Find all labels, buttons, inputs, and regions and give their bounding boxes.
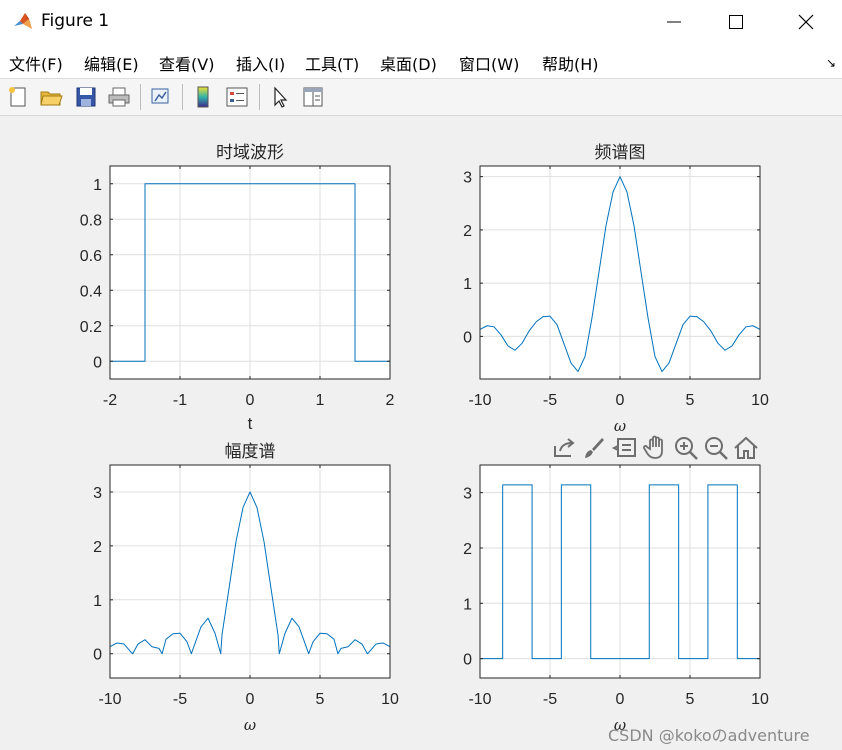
y-tick-label: 1 [463, 596, 472, 613]
link-plot-icon[interactable] [149, 85, 173, 109]
x-axis-label: ω [614, 417, 626, 435]
y-tick-label: 0 [93, 354, 102, 371]
x-tick-label: 5 [316, 691, 325, 708]
x-tick-label: 5 [686, 691, 695, 708]
menu-window[interactable]: 窗口(W) [459, 51, 519, 75]
axes-spectrum[interactable]: -10 -5 0 5 10 0 1 2 3 频谱图 ω [463, 143, 769, 435]
x-tick-label: -1 [173, 392, 187, 409]
menu-edit[interactable]: 编辑(E) [84, 51, 139, 75]
x-axis-label: t [248, 414, 253, 433]
close-button[interactable] [778, 0, 834, 44]
x-tick-label: -5 [173, 691, 187, 708]
zoom-out-icon[interactable] [702, 434, 730, 462]
x-tick-label: -10 [98, 691, 121, 708]
x-tick-label: 10 [751, 392, 769, 409]
axes-interaction-toolbar [550, 434, 762, 464]
x-tick-label: -5 [543, 691, 557, 708]
y-tick-label: 0.2 [80, 319, 102, 336]
menu-tools[interactable]: 工具(T) [305, 51, 359, 75]
maximize-button[interactable] [708, 0, 764, 44]
y-tick-label: 0.4 [80, 283, 102, 300]
y-tick-label: 0.8 [80, 212, 102, 229]
x-tick-label: 10 [381, 691, 399, 708]
toolbar-separator [182, 84, 183, 110]
toolbar-separator [140, 84, 141, 110]
minimize-icon [667, 21, 681, 23]
x-tick-label: -10 [468, 691, 491, 708]
axes-title: 频谱图 [595, 143, 646, 163]
pan-hand-icon[interactable] [642, 434, 670, 462]
y-tick-label: 2 [93, 539, 102, 556]
x-tick-label: -2 [103, 392, 117, 409]
axes-phase-spectrum[interactable]: -10 -5 0 5 100123ω [463, 464, 769, 734]
close-icon [798, 14, 814, 30]
figure-toolbar [0, 79, 842, 116]
x-tick-label: 0 [246, 691, 255, 708]
x-tick-label: 1 [316, 392, 325, 409]
new-figure-icon[interactable] [6, 85, 30, 109]
x-tick-label: 0 [616, 691, 625, 708]
edit-plot-pointer-icon[interactable] [268, 85, 292, 109]
menu-view[interactable]: 查看(V) [159, 51, 214, 75]
toolbar-separator [259, 84, 260, 110]
y-tick-label: 0 [463, 652, 472, 669]
legend-icon[interactable] [225, 85, 249, 109]
menu-desktop[interactable]: 桌面(D) [380, 51, 437, 75]
zoom-in-icon[interactable] [672, 434, 700, 462]
y-tick-label: 2 [463, 223, 472, 240]
x-tick-label: 0 [246, 392, 255, 409]
y-tick-label: 0 [93, 647, 102, 664]
axes-magnitude-spectrum[interactable]: -10 -5 0 5 10 0 1 2 3 幅度谱 ω [93, 442, 399, 734]
colorbar-icon[interactable] [192, 85, 216, 109]
collapse-toolbar-icon[interactable]: ↘ [826, 56, 836, 70]
property-inspector-icon[interactable] [301, 85, 325, 109]
axes-title: 时域波形 [216, 143, 284, 163]
y-tick-label: 1 [93, 593, 102, 610]
y-tick-label: 2 [463, 541, 472, 558]
window-title: Figure 1 [41, 11, 110, 31]
open-file-icon[interactable] [39, 85, 63, 109]
print-icon[interactable] [107, 85, 131, 109]
y-tick-label: 0 [463, 329, 472, 346]
x-tick-label: -5 [543, 392, 557, 409]
watermark-text: CSDN @kokoのadventure [608, 726, 810, 745]
menu-insert[interactable]: 插入(I) [236, 51, 285, 75]
data-tips-icon[interactable] [611, 434, 639, 462]
figure-canvas[interactable]: -2 -1 0 1 200.20.40.60.81时域波形t -10 -5 0 5 100123… [0, 116, 842, 750]
export-icon[interactable] [550, 434, 578, 462]
menu-file[interactable]: 文件(F) [9, 51, 63, 75]
y-tick-label: 3 [463, 486, 472, 503]
x-tick-label: 10 [751, 691, 769, 708]
y-tick-label: 0.6 [80, 248, 102, 265]
x-tick-label: 0 [616, 392, 625, 409]
home-icon[interactable] [732, 434, 760, 462]
x-tick-label: 5 [686, 392, 695, 409]
maximize-icon [729, 15, 743, 29]
minimize-button[interactable] [646, 0, 702, 44]
menu-bar: 文件(F) 编辑(E) 查看(V) 插入(I) 工具(T) 桌面(D) 窗口(W… [0, 44, 842, 79]
y-tick-label: 3 [463, 170, 472, 187]
x-tick-label: -10 [468, 392, 491, 409]
menu-help[interactable]: 帮助(H) [542, 51, 599, 75]
y-tick-label: 1 [463, 276, 472, 293]
save-icon[interactable] [74, 85, 98, 109]
axes-time-waveform[interactable]: -2 -1 0 1 2 0 0.2 0.4 0.6 0.8 1 时域波形 t [80, 143, 395, 433]
axes-title: 幅度谱 [225, 442, 276, 462]
y-tick-label: 3 [93, 485, 102, 502]
title-bar: Figure 1 [0, 0, 842, 44]
x-tick-label: 2 [386, 392, 395, 409]
brush-icon[interactable] [580, 434, 608, 462]
y-tick-label: 1 [93, 177, 102, 194]
matlab-logo-icon [12, 11, 34, 33]
x-axis-label: ω [244, 716, 256, 734]
